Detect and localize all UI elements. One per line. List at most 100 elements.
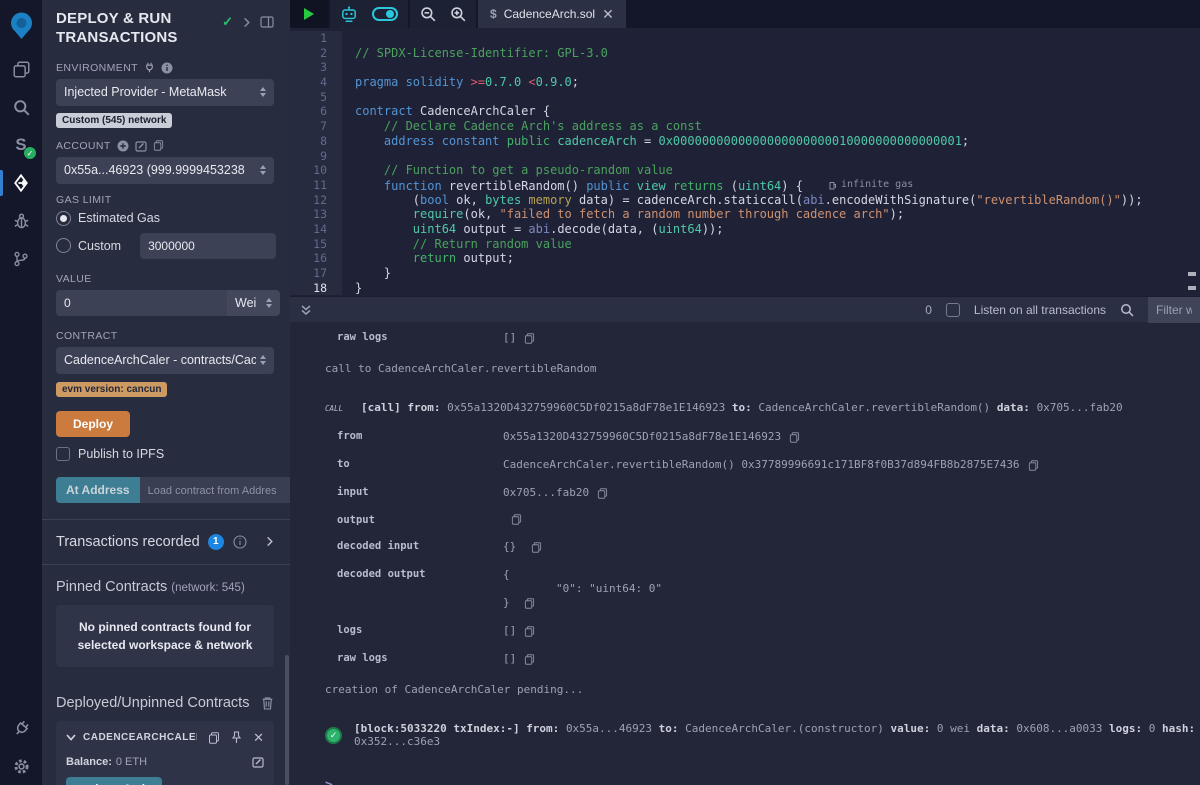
terminal-block-confirmation[interactable]: ✓[block:5033220 txIndex:-] from: 0x55a..… xyxy=(325,722,1200,748)
value-unit-select[interactable]: Wei xyxy=(227,290,280,316)
code-line: 6contract CadenceArchCaler { xyxy=(290,104,1200,119)
account-select[interactable]: 0x55a...46923 (999.9999453238 xyxy=(56,157,274,184)
terminal-kv-row: raw logs[] xyxy=(325,652,1200,666)
info-circle-icon[interactable] xyxy=(233,535,247,549)
deploy-button[interactable]: Deploy xyxy=(56,411,130,437)
custom-gas-radio[interactable] xyxy=(56,238,71,253)
at-address-input[interactable] xyxy=(140,477,290,503)
copy-icon[interactable] xyxy=(531,542,542,553)
search-icon[interactable] xyxy=(0,88,42,126)
ai-assistant-robot-icon[interactable] xyxy=(340,6,358,23)
code-line: 11 function revertibleRandom() public vi… xyxy=(290,178,1200,193)
publish-ipfs-checkbox[interactable] xyxy=(56,447,70,461)
terminal-search-icon[interactable] xyxy=(1120,303,1134,317)
remix-ide: S ✓ DEPLOY & RUN TRANSACTIONS xyxy=(0,0,1200,785)
ai-copilot-toggle[interactable] xyxy=(372,7,398,21)
chevron-updown-icon xyxy=(266,298,272,308)
sign-message-icon[interactable] xyxy=(135,140,147,152)
expand-panel-icon[interactable] xyxy=(242,17,251,28)
terminal-output[interactable]: raw logs[]call to CadenceArchCaler.rever… xyxy=(290,322,1200,785)
expand-transactions-icon[interactable] xyxy=(265,536,274,547)
pin-panel-icon[interactable] xyxy=(260,16,274,28)
value-label: VALUE xyxy=(56,273,274,285)
terminal-call-summary[interactable]: CALL[call] from: 0x55a1320D432759960C5Df… xyxy=(325,401,1200,414)
code-line: 9 xyxy=(290,149,1200,164)
copy-icon[interactable] xyxy=(1028,460,1039,471)
contract-select[interactable]: CadenceArchCaler - contracts/Cac xyxy=(56,347,274,374)
evm-version-badge: evm version: cancun xyxy=(56,382,167,397)
chevron-updown-icon xyxy=(260,355,266,365)
custom-gas-option: Custom xyxy=(78,239,121,253)
copy-icon[interactable] xyxy=(524,654,535,665)
listen-transactions-checkbox[interactable] xyxy=(946,303,960,317)
chevron-down-icon[interactable] xyxy=(66,734,76,741)
run-script-icon[interactable] xyxy=(304,8,314,20)
balance-value: 0 ETH xyxy=(116,756,147,768)
add-account-icon[interactable] xyxy=(117,140,129,152)
environment-select[interactable]: Injected Provider - MetaMask xyxy=(56,79,274,106)
debugger-icon[interactable] xyxy=(0,202,42,240)
panel-scrollbar[interactable] xyxy=(285,655,289,785)
call-cadenceArch-button[interactable]: cadenceArch xyxy=(66,777,162,785)
copy-icon[interactable] xyxy=(208,732,220,744)
copy-icon[interactable] xyxy=(511,514,522,525)
zoom-out-icon[interactable] xyxy=(420,6,436,22)
close-icon[interactable]: ✕ xyxy=(253,730,264,746)
transactions-recorded-label: Transactions recorded xyxy=(56,534,200,550)
git-branch-icon[interactable] xyxy=(0,240,42,278)
env-plug-icon[interactable] xyxy=(144,62,155,73)
no-pinned-contracts-message: No pinned contracts found for selected w… xyxy=(56,605,274,667)
plugin-manager-icon[interactable] xyxy=(0,709,42,747)
file-explorer-icon[interactable] xyxy=(0,50,42,88)
deploy-run-icon[interactable] xyxy=(0,164,42,202)
copy-icon[interactable] xyxy=(524,626,535,637)
solidity-compiler-icon[interactable]: S ✓ xyxy=(0,126,42,164)
copy-icon[interactable] xyxy=(524,333,535,344)
at-address-button[interactable]: At Address xyxy=(56,477,140,503)
zoom-in-icon[interactable] xyxy=(450,6,466,22)
terminal-kv-row: raw logs[] xyxy=(325,331,1200,345)
close-tab-icon[interactable]: ✕ xyxy=(602,7,614,21)
gas-limit-label: GAS LIMIT xyxy=(56,194,274,206)
copy-account-icon[interactable] xyxy=(153,140,164,151)
terminal-filter-input[interactable] xyxy=(1148,297,1200,323)
deploy-run-panel: DEPLOY & RUN TRANSACTIONS ✓ ENVIRONMENT … xyxy=(42,0,290,785)
value-input[interactable] xyxy=(56,290,227,316)
code-line: 2// SPDX-License-Identifier: GPL-3.0 xyxy=(290,46,1200,61)
compile-success-badge: ✓ xyxy=(24,147,36,159)
transactions-recorded-row: Transactions recorded 1 xyxy=(56,520,274,564)
copy-icon[interactable] xyxy=(597,488,608,499)
settings-gear-icon[interactable] xyxy=(0,747,42,785)
environment-label: ENVIRONMENT xyxy=(56,62,274,74)
deployed-contract-card: CADENCEARCHCALER AT 0) ✕ Balance: 0 ETH … xyxy=(56,721,274,785)
code-line: 10 // Function to get a pseudo-random va… xyxy=(290,163,1200,178)
ready-check-icon: ✓ xyxy=(222,14,233,30)
env-info-icon[interactable] xyxy=(161,62,173,74)
tab-cadencearch-sol[interactable]: $ CadenceArch.sol ✕ xyxy=(478,0,626,28)
terminal-prompt[interactable]: > xyxy=(325,778,1200,785)
terminal-creation-line: creation of CadenceArchCaler pending... xyxy=(325,683,1200,696)
copy-icon[interactable] xyxy=(524,598,535,609)
code-line: 4pragma solidity >=0.7.0 <0.9.0; xyxy=(290,75,1200,90)
code-line: 18} xyxy=(290,281,1200,296)
edit-icon[interactable] xyxy=(252,756,264,768)
editor-column: $ CadenceArch.sol ✕ 12// SPDX-License-Id… xyxy=(290,0,1200,785)
code-line: 1 xyxy=(290,31,1200,46)
minimap-mark xyxy=(1188,272,1196,276)
editor-toolbar: $ CadenceArch.sol ✕ xyxy=(290,0,1200,28)
remix-logo-icon[interactable] xyxy=(0,2,42,50)
code-editor[interactable]: 12// SPDX-License-Identifier: GPL-3.034p… xyxy=(290,28,1200,296)
custom-gas-input[interactable] xyxy=(140,233,276,259)
collapse-terminal-icon[interactable] xyxy=(300,304,312,316)
contract-instance-title[interactable]: CADENCEARCHCALER AT 0) xyxy=(83,732,197,743)
code-line: 8 address constant public cadenceArch = … xyxy=(290,134,1200,149)
terminal-kv-row: input0x705...fab20 xyxy=(325,486,1200,500)
gas-pump-icon xyxy=(829,181,837,190)
copy-icon[interactable] xyxy=(789,432,800,443)
pin-icon[interactable] xyxy=(231,731,242,744)
code-line: 14 uint64 output = abi.decode(data, (uin… xyxy=(290,222,1200,237)
code-line: 13 require(ok, "failed to fetch a random… xyxy=(290,207,1200,222)
trash-icon[interactable] xyxy=(261,696,274,710)
estimated-gas-radio[interactable] xyxy=(56,211,71,226)
terminal-kv-row: output xyxy=(325,514,1200,526)
